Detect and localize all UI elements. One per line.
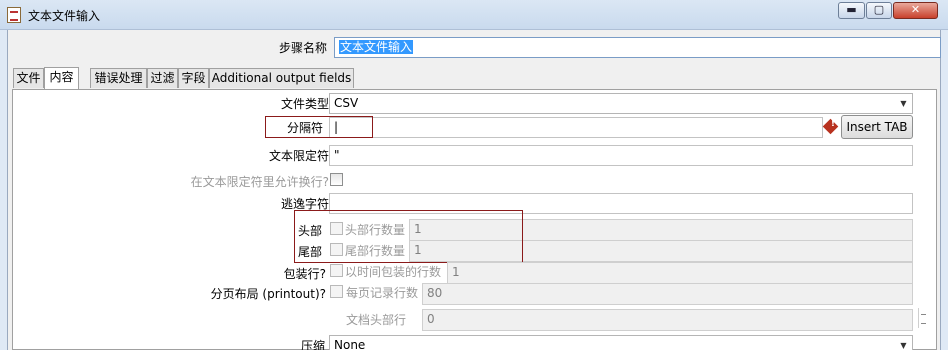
enclosure-label: 文本限定符 [268, 149, 329, 163]
warning-icon: ! [822, 118, 839, 135]
insert-tab-button[interactable]: Insert TAB [841, 115, 913, 139]
doc-header-rows-label: 文档头部行 [346, 313, 407, 327]
tab-file[interactable]: 文件 [13, 68, 44, 88]
chevron-down-icon: ▼ [900, 341, 907, 350]
minimize-button[interactable]: ▬ [838, 2, 865, 19]
enclosure-input[interactable]: " [329, 145, 913, 166]
title-bar: 文本文件输入 ▬ ▢ ✕ [0, 0, 948, 30]
compression-value: None [334, 338, 366, 350]
window-title: 文本文件输入 [28, 9, 101, 23]
step-name-value: 文本文件输入 [339, 40, 414, 54]
separator-highlight [265, 116, 373, 138]
paged-layout-label: 分页布局 (printout)? [210, 287, 326, 301]
tab-filter[interactable]: 过滤 [147, 68, 178, 88]
content-panel: 文件类型 CSV ▼ 分隔符 | ! Insert TAB 文本限定符 " 在文… [12, 89, 937, 350]
file-type-label: 文件类型 [280, 97, 329, 111]
chevron-down-icon: ▼ [900, 99, 907, 108]
tab-fields[interactable]: 字段 [178, 68, 209, 88]
allow-breaks-checkbox[interactable] [330, 173, 343, 186]
compression-label: 压缩 [300, 339, 325, 350]
app-icon [7, 7, 21, 23]
doc-header-rows-input[interactable]: 0 [422, 309, 913, 331]
close-button[interactable]: ✕ [893, 2, 938, 19]
allow-breaks-label: 在文本限定符里允许换行? [190, 175, 329, 189]
resize-grip[interactable] [918, 308, 927, 328]
compression-select[interactable]: None ▼ [329, 335, 913, 350]
step-name-input[interactable]: 文本文件输入 [334, 37, 941, 58]
dialog-body: 步骤名称 文本文件输入 文件 内容 错误处理 过滤 字段 Additional … [7, 30, 941, 350]
separator-input[interactable]: | [329, 117, 823, 138]
tab-additional-output-fields[interactable]: Additional output fields [209, 68, 354, 88]
header-footer-highlight [294, 210, 523, 263]
wrap-checkbox[interactable] [330, 264, 343, 277]
wrap-count-input[interactable]: 1 [447, 262, 913, 284]
wrap-label: 包装行? [283, 267, 326, 281]
maximize-button[interactable]: ▢ [866, 2, 892, 19]
tab-content[interactable]: 内容 [44, 67, 79, 89]
tab-error-handling[interactable]: 错误处理 [90, 68, 147, 88]
step-name-label: 步骤名称 [278, 41, 327, 55]
wrap-count-label: 以时间包装的行数 [345, 265, 442, 279]
file-type-value: CSV [334, 96, 359, 110]
file-type-select[interactable]: CSV ▼ [329, 93, 913, 114]
paged-layout-checkbox[interactable] [330, 285, 343, 298]
rows-per-page-label: 每页记录行数 [346, 286, 419, 300]
rows-per-page-input[interactable]: 80 [422, 283, 913, 305]
